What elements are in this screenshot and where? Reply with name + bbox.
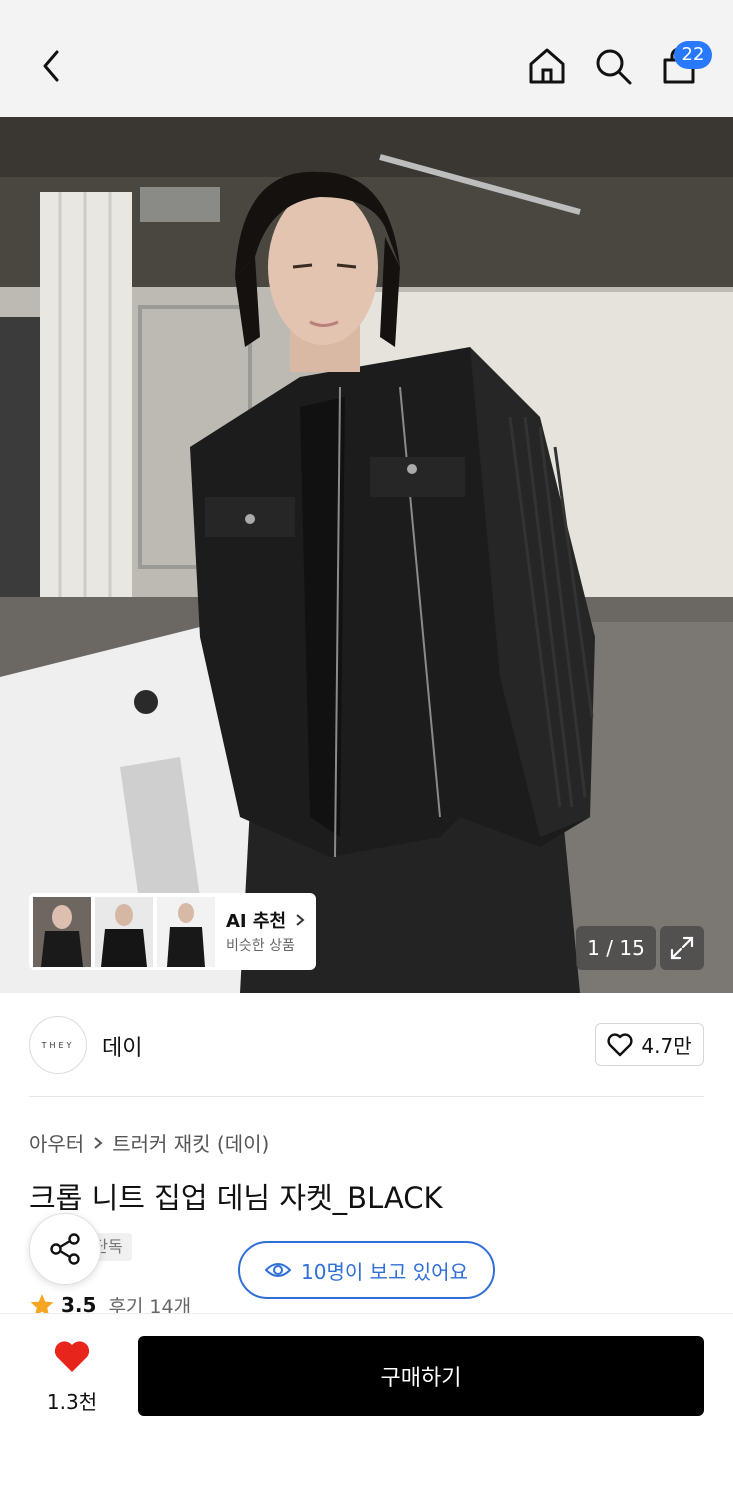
search-button[interactable] (587, 40, 639, 92)
product-like-count: 1.3천 (46, 1390, 98, 1414)
ai-recommend-subtitle: 비슷한 상품 (226, 938, 295, 954)
ai-thumbnail-image (157, 897, 215, 967)
share-button[interactable] (29, 1213, 101, 1285)
ai-thumbnail[interactable] (33, 897, 91, 967)
live-viewers-pill: 10명이 보고 있어요 (238, 1241, 495, 1299)
eye-icon (265, 1263, 292, 1277)
buy-button[interactable]: 구매하기 (138, 1336, 704, 1416)
ai-thumbnail[interactable] (157, 897, 215, 967)
brand-like-button[interactable]: 4.7만 (595, 1023, 704, 1066)
ai-recommend-title[interactable]: AI 추천 (226, 907, 306, 933)
breadcrumb-subcategory[interactable]: 트러커 재킷 (데이) (112, 1128, 269, 1157)
search-icon (596, 49, 632, 85)
chevron-right-icon (94, 1136, 103, 1149)
cart-count-badge: 22 (674, 41, 712, 69)
ai-thumbnail-image (33, 897, 91, 967)
top-navigation-bar: 22 (0, 0, 733, 117)
breadcrumb-category[interactable]: 아우터 (29, 1128, 84, 1157)
live-viewers-text: 10명이 보고 있어요 (301, 1259, 468, 1284)
brand-logo[interactable]: THEY (29, 1016, 87, 1074)
expand-icon (670, 936, 694, 960)
brand-name[interactable]: 데이 (102, 1030, 142, 1062)
image-counter: 1 / 15 (576, 926, 656, 970)
heart-outline-icon (607, 1032, 633, 1056)
divider (29, 1096, 704, 1097)
breadcrumb: 아우터 트러커 재킷 (데이) (29, 1128, 269, 1157)
expand-image-button[interactable] (660, 926, 704, 970)
product-like-button[interactable]: 1.3천 (29, 1340, 115, 1415)
home-button[interactable] (521, 40, 573, 92)
back-button[interactable] (26, 40, 78, 92)
ai-thumbnail[interactable] (95, 897, 153, 967)
ai-thumbnail-image (95, 897, 153, 967)
heart-filled-icon (54, 1341, 90, 1372)
chevron-left-icon (43, 50, 59, 82)
chevron-right-icon (296, 914, 305, 926)
product-photo (0, 117, 733, 993)
brand-like-count: 4.7만 (641, 1034, 692, 1058)
share-icon (50, 1233, 80, 1265)
product-title: 크롭 니트 집업 데님 자켓_BLACK (29, 1181, 443, 1215)
product-image-gallery[interactable] (0, 117, 733, 993)
home-icon (529, 48, 565, 84)
